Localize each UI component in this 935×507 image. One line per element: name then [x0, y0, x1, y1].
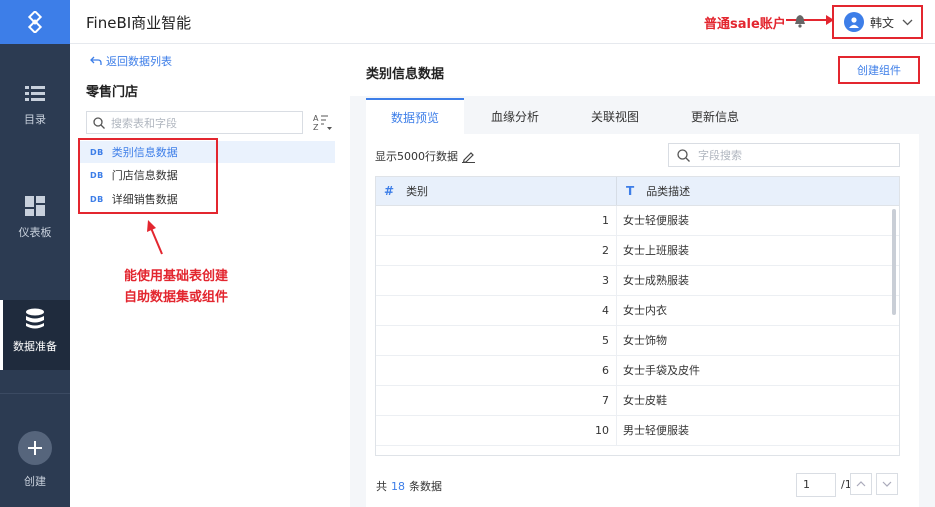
table-row: 4 女士内衣 — [376, 296, 899, 326]
database-icon — [26, 308, 44, 329]
next-page-button[interactable] — [876, 473, 898, 495]
tab-relation-view[interactable]: 关联视图 — [568, 98, 662, 134]
back-to-data-list-link[interactable]: 返回数据列表 — [90, 53, 172, 69]
table-row: 5 女士饰物 — [376, 326, 899, 356]
vertical-scrollbar[interactable] — [892, 209, 896, 315]
search-icon — [677, 148, 690, 162]
nav-label-dashboard: 仪表板 — [18, 226, 52, 239]
cell-category: 2 — [376, 236, 617, 265]
row-count: 显示5000行数据 — [375, 148, 475, 164]
tab-lineage[interactable]: 血缘分析 — [468, 98, 562, 134]
svg-text:A: A — [313, 114, 319, 123]
cell-description: 男士轻便服装 — [623, 424, 689, 437]
nav-divider — [0, 393, 70, 394]
grid-header: # 类别 T 品类描述 — [376, 177, 899, 206]
back-arrow-icon — [90, 56, 102, 65]
cell-description: 女士轻便服装 — [623, 214, 689, 227]
cell-category: 4 — [376, 296, 617, 325]
table-search-input[interactable]: 搜索表和字段 — [86, 111, 303, 134]
cell-category: 5 — [376, 326, 617, 355]
app-title: FineBI商业智能 — [86, 14, 192, 32]
dashboard-icon — [25, 196, 45, 216]
plus-icon — [18, 431, 52, 465]
table-row: 2 女士上班服装 — [376, 236, 899, 266]
prev-page-button[interactable] — [850, 473, 872, 495]
back-link-label: 返回数据列表 — [106, 55, 172, 68]
annotation-account: 普通sale账户 — [704, 17, 786, 32]
app-logo[interactable] — [0, 0, 70, 44]
bell-icon[interactable] — [794, 14, 806, 28]
cell-description: 女士内衣 — [623, 304, 667, 317]
table-search-placeholder: 搜索表和字段 — [111, 116, 177, 130]
page-title: 类别信息数据 — [366, 67, 445, 82]
total-number: 18 — [391, 480, 405, 493]
grid-body: 1 女士轻便服装 2 女士上班服装 3 女士成熟服装 4 女士内衣 5 女士饰物 6 女士手袋及皮件 7… — [376, 206, 899, 446]
column-header-label: 品类描述 — [646, 185, 691, 198]
cell-description: 女士成熟服装 — [623, 274, 689, 287]
cell-description: 女士上班服装 — [623, 244, 689, 257]
sort-icon[interactable]: A Z — [313, 113, 333, 131]
data-grid: # 类别 T 品类描述 1 女士轻便服装 2 女士上班服装 3 女士成熟服装 4 女士内衣 5 女… — [375, 176, 900, 456]
table-row: 7 女士皮鞋 — [376, 386, 899, 416]
row-count-label: 显示5000行数据 — [375, 150, 458, 163]
nav-item-data-prep[interactable]: 数据准备 — [0, 300, 70, 370]
user-name: 韩文 — [870, 15, 895, 30]
cell-category: 7 — [376, 386, 617, 415]
cell-description: 女士皮鞋 — [623, 394, 667, 407]
chevron-down-icon — [882, 481, 892, 487]
logo-icon — [27, 11, 43, 33]
nav-label-catalog: 目录 — [24, 113, 46, 126]
text-type-icon: T — [626, 184, 635, 198]
user-icon — [849, 17, 859, 28]
column-header-label: 类别 — [406, 185, 429, 198]
user-menu[interactable]: 韩文 — [832, 5, 923, 39]
list-icon — [25, 86, 45, 101]
total-count: 共 18 条数据 — [376, 478, 442, 494]
svg-text:Z: Z — [313, 123, 319, 131]
cell-category: 1 — [376, 206, 617, 235]
tab-data-preview[interactable]: 数据预览 — [366, 98, 464, 134]
column-header-category[interactable]: # 类别 — [376, 177, 617, 205]
main-header: 类别信息数据 创建组件 — [350, 44, 935, 96]
total-suffix: 条数据 — [409, 480, 442, 493]
chevron-down-icon — [902, 19, 913, 25]
nav-label-data-prep: 数据准备 — [13, 340, 57, 353]
tab-update-info[interactable]: 更新信息 — [668, 98, 762, 134]
field-search-input[interactable]: 字段搜索 — [668, 143, 900, 167]
chevron-up-icon — [856, 481, 866, 487]
annotation-line-2: 自助数据集或组件 — [124, 290, 229, 305]
nav-item-dashboard[interactable]: 仪表板 — [0, 196, 70, 240]
nav-label-create: 创建 — [24, 475, 46, 488]
cell-category: 6 — [376, 356, 617, 385]
cell-category: 3 — [376, 266, 617, 295]
table-row: 1 女士轻便服装 — [376, 206, 899, 236]
preview-content: 显示5000行数据 字段搜索 # 类别 T 品类描述 1 女士轻便服装 2 女士… — [366, 134, 919, 507]
number-type-icon: # — [384, 184, 395, 198]
left-nav: 目录 仪表板 数据准备 创建 — [0, 0, 70, 507]
main-area: 类别信息数据 创建组件 数据预览 血缘分析 关联视图 更新信息 显示5000行数… — [350, 44, 935, 507]
create-component-button[interactable]: 创建组件 — [838, 56, 920, 84]
cell-description: 女士手袋及皮件 — [623, 364, 700, 377]
table-row: 6 女士手袋及皮件 — [376, 356, 899, 386]
avatar — [844, 12, 864, 32]
field-search-placeholder: 字段搜索 — [698, 149, 742, 162]
table-row: 10 男士轻便服装 — [376, 416, 899, 446]
edit-icon[interactable] — [462, 150, 475, 163]
cell-description: 女士饰物 — [623, 334, 667, 347]
search-icon — [93, 116, 105, 129]
top-bar: FineBI商业智能 普通sale账户 韩文 — [70, 0, 935, 44]
table-list-panel: 返回数据列表 零售门店 搜索表和字段 A Z DB 类别信息数据 DB 门店信息… — [70, 44, 350, 507]
nav-item-create[interactable]: 创建 — [0, 431, 70, 489]
column-header-description[interactable]: T 品类描述 — [617, 177, 899, 205]
annotation-highlight-box — [78, 138, 218, 214]
nav-item-catalog[interactable]: 目录 — [0, 85, 70, 127]
cell-category: 10 — [376, 416, 617, 445]
annotation-line-1: 能使用基础表创建 — [124, 269, 229, 284]
page-number-input[interactable]: 1 — [796, 473, 836, 497]
table-row: 3 女士成熟服装 — [376, 266, 899, 296]
package-title: 零售门店 — [86, 85, 139, 100]
total-prefix: 共 — [376, 480, 387, 493]
annotation-arrow-icon — [147, 220, 163, 255]
